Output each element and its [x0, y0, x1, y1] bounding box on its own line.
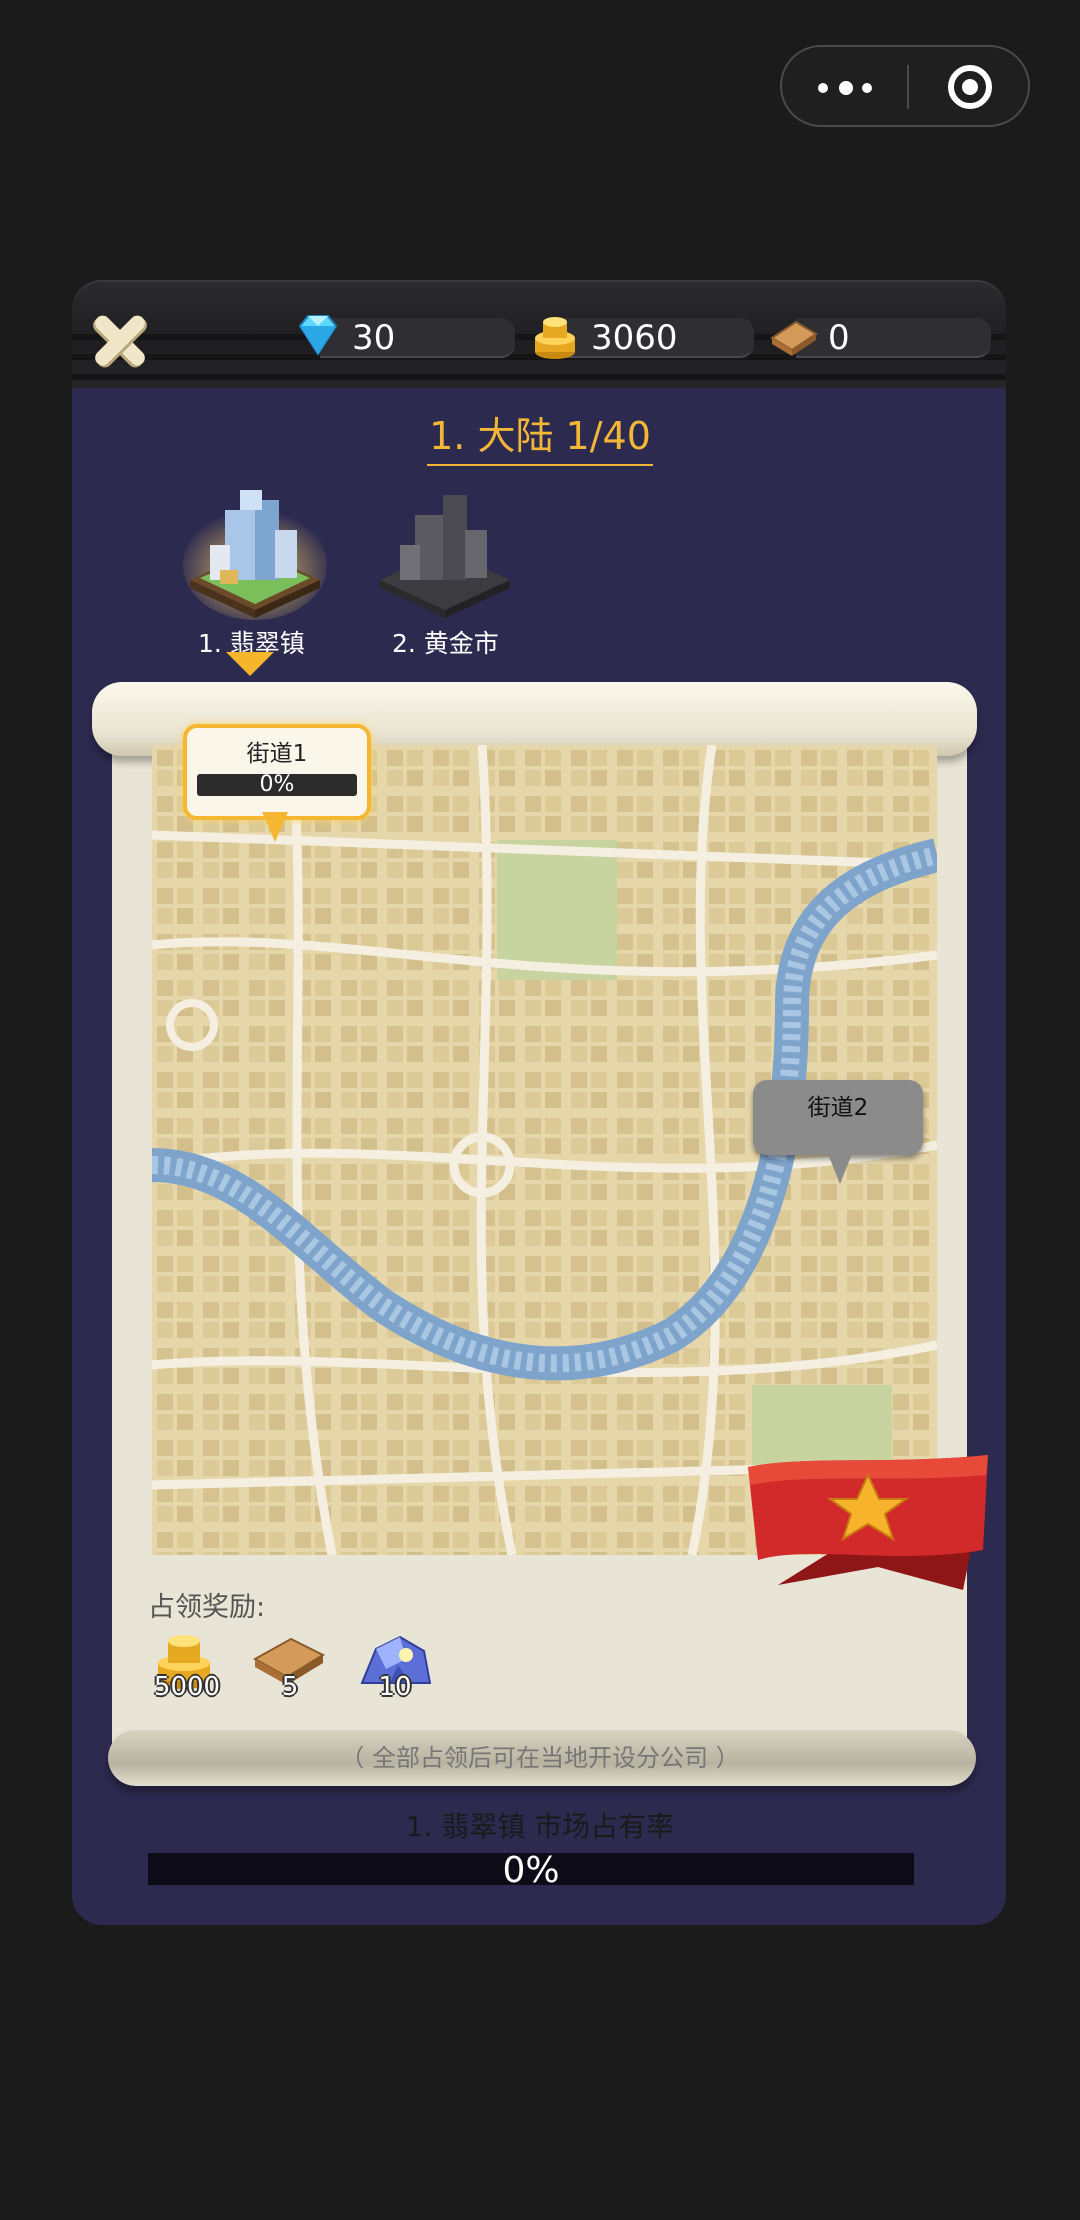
city-emerald-town-icon[interactable]: [180, 470, 330, 620]
street-1-pointer: [262, 812, 288, 842]
street-1-label: 街道1: [246, 741, 308, 767]
reward-wood-value: 5: [281, 1672, 299, 1702]
rewards-title: 占领奖励:: [148, 1592, 266, 1623]
reward-gold-value: 5000: [153, 1672, 221, 1702]
street-1-bubble[interactable]: 街道1 0%: [183, 724, 371, 820]
diamond-counter: 30: [298, 315, 515, 358]
continent-title: 1. 大陆 1/40: [0, 405, 1080, 466]
wood-counter: 0: [770, 318, 991, 358]
street-1-progress: 0%: [197, 774, 357, 796]
resource-bar: 30 3060 0: [72, 280, 1006, 388]
capsule-divider: [907, 65, 909, 109]
gold-coins-icon: [535, 317, 575, 359]
mini-program-capsule: [780, 45, 1030, 127]
street-2-bubble[interactable]: 街道2: [753, 1080, 923, 1155]
selected-city-marker-icon: [226, 652, 274, 676]
close-miniprogram-icon[interactable]: [948, 65, 992, 109]
city-label-golden-city: 2. 黄金市: [392, 629, 499, 658]
street-2-label: 街道2: [807, 1095, 869, 1121]
diamond-icon: [298, 315, 338, 356]
gold-counter: 3060: [535, 317, 754, 359]
city-golden-city-locked-icon[interactable]: [370, 470, 520, 620]
gold-count: 3060: [591, 318, 678, 358]
more-menu-icon[interactable]: [818, 72, 878, 102]
wood-count: 0: [828, 318, 850, 358]
reward-gem-value: 10: [378, 1672, 412, 1702]
market-share-label: 1. 翡翠镇 市场占有率: [405, 1810, 675, 1843]
diamond-count: 30: [352, 318, 396, 358]
street-2-pointer: [828, 1154, 852, 1184]
market-share-percent: 0%: [502, 1850, 560, 1891]
market-share-progress-bar: 0%: [148, 1853, 914, 1889]
branch-office-note: （ 全部占领后可在当地开设分公司 ）: [340, 1744, 740, 1772]
wood-planks-icon: [770, 320, 818, 356]
close-button[interactable]: [92, 312, 148, 368]
red-flag-star-icon: [748, 1455, 988, 1590]
